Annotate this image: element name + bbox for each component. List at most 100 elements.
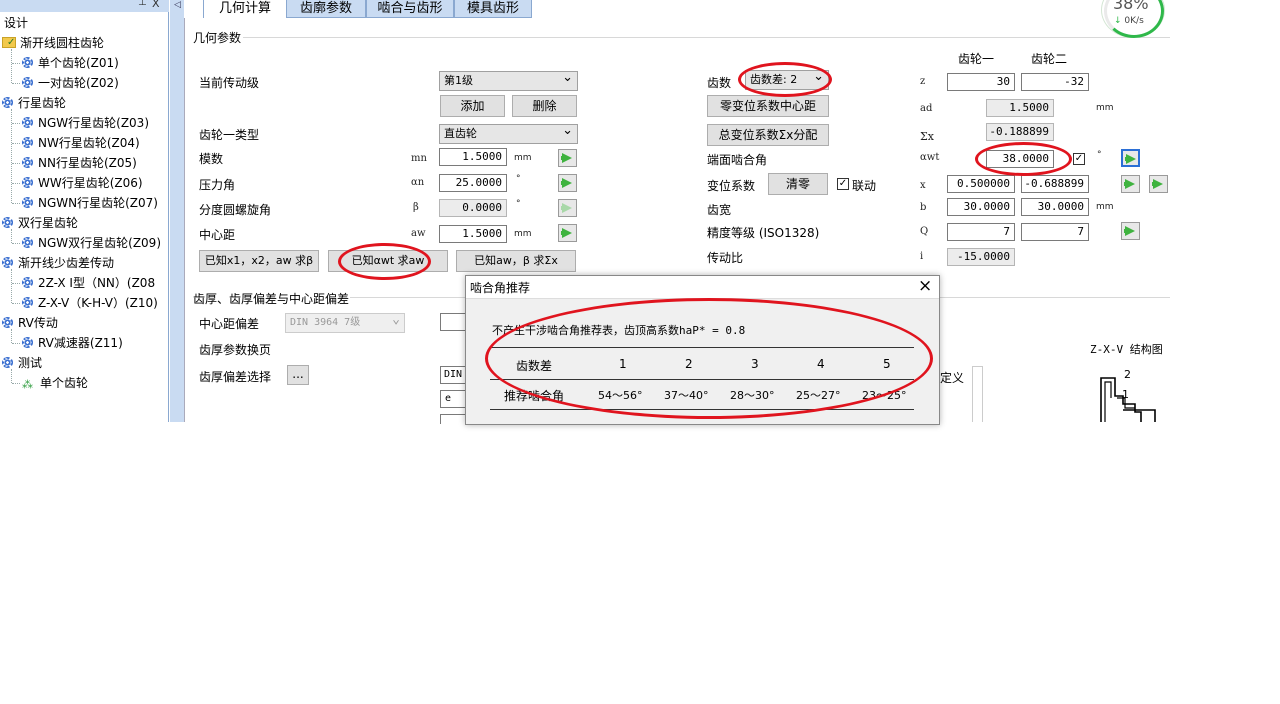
gear-icon (22, 277, 33, 288)
solve-aw-button[interactable]: 已知αwt 求aw (328, 250, 448, 272)
module-symbol: mn (411, 153, 427, 164)
tree-item-label: NGW行星齿轮(Z03) (38, 116, 149, 130)
close-icon[interactable]: X (152, 0, 160, 10)
gear-icon (22, 157, 33, 168)
pressure-angle-apply-icon[interactable] (558, 174, 577, 192)
tree-connector (12, 163, 20, 164)
awt-apply-icon[interactable] (1121, 149, 1140, 167)
tree-item[interactable]: NGWN行星齿轮(Z07) (22, 193, 158, 213)
helix-angle-symbol: β (413, 202, 419, 213)
x-symbol: x (920, 180, 926, 191)
table-top-rule (490, 347, 914, 348)
total-shift-distribute-button[interactable]: 总变位系数Σx分配 (707, 124, 829, 146)
tree-item[interactable]: WW行星齿轮(Z06) (22, 173, 143, 193)
tab-geometry[interactable]: 几何计算 (203, 0, 287, 18)
download-arrow-icon: ↓ (1114, 16, 1122, 26)
tree-item[interactable]: ⁂ 单个齿轮 (22, 373, 88, 393)
face-width-label: 齿宽 (707, 203, 732, 217)
tree-item-label: 测试 (18, 356, 43, 370)
gear-icon (22, 197, 33, 208)
x1-apply-icon[interactable] (1121, 175, 1140, 193)
tree-item[interactable]: RV减速器(Z11) (22, 333, 123, 353)
tree-group[interactable]: 渐开线圆柱齿轮 (2, 33, 104, 53)
x2-input[interactable]: -0.688899 (1021, 175, 1089, 193)
dialog-close-icon[interactable]: × (918, 276, 932, 296)
gear-icon (22, 77, 33, 88)
sum-x-symbol: Σx (920, 130, 934, 143)
b-symbol: b (920, 202, 927, 213)
tree-root[interactable]: 设计 (4, 13, 28, 33)
ad-symbol: ad (920, 103, 933, 114)
module-apply-icon[interactable] (558, 149, 577, 167)
solve-sum-x-button[interactable]: 已知aw，β 求Σx (456, 250, 576, 272)
b1-input[interactable]: 30.0000 (947, 198, 1015, 216)
thickness-group-title: 齿厚、齿厚偏差与中心距偏差 (193, 292, 350, 306)
tree-item-label: NGWN行星齿轮(Z07) (38, 196, 158, 210)
din-field[interactable]: DIN (440, 366, 468, 384)
stage-select[interactable]: 第1级 (439, 69, 578, 91)
q1-input[interactable]: 7 (947, 223, 1015, 241)
table-row-label: 推荐啮合角 (504, 389, 565, 403)
awt-unit: ° (1097, 150, 1102, 160)
delete-button[interactable]: 删除 (512, 95, 577, 117)
sum-x-value: -0.188899 (986, 123, 1054, 141)
pressure-angle-input[interactable]: 25.0000 (439, 174, 507, 192)
clear-button[interactable]: 清零 (768, 173, 828, 195)
center-distance-input[interactable]: 1.5000 (439, 225, 507, 243)
pin-icon[interactable]: ⊥ (138, 0, 147, 8)
partial-field (440, 414, 468, 424)
x1-input[interactable]: 0.500000 (947, 175, 1015, 193)
gear-type-select[interactable]: 直齿轮 (439, 122, 578, 144)
e-field[interactable]: e (440, 390, 468, 408)
tree-item[interactable]: NGW双行星齿轮(Z09) (22, 233, 161, 253)
q-apply-icon[interactable] (1121, 222, 1140, 240)
add-button[interactable]: 添加 (440, 95, 505, 117)
tree-group[interactable]: 双行星齿轮 (2, 213, 78, 233)
x2-apply-icon[interactable] (1149, 175, 1168, 193)
q-symbol: Q (920, 226, 929, 237)
side-scrollbar[interactable] (972, 366, 983, 422)
q2-input[interactable]: 7 (1021, 223, 1089, 241)
tree-connector (12, 183, 20, 184)
tree-item[interactable]: 2Z-X Ⅰ型（NN）(Z08 (22, 273, 155, 293)
tree-item-label: 单个齿轮(Z01) (38, 56, 119, 70)
awt-input[interactable]: 38.0000 (986, 150, 1054, 168)
tree-connector (12, 203, 20, 204)
collapse-arrow-icon[interactable]: ◁ (174, 0, 181, 10)
tab-profile-params[interactable]: 齿廓参数 (286, 0, 366, 18)
tab-mesh-shape[interactable]: 啮合与齿形 (366, 0, 454, 18)
tree-item[interactable]: NW行星齿轮(Z04) (22, 133, 140, 153)
gear-icon (22, 297, 33, 308)
tree-group[interactable]: 测试 (2, 353, 42, 373)
tree-item-label: NGW双行星齿轮(Z09) (38, 236, 161, 250)
table-header-cell: 1 (619, 357, 627, 371)
center-distance-apply-icon[interactable] (558, 224, 577, 242)
awt-lock-checkbox[interactable]: ✓ (1073, 153, 1085, 165)
pressure-angle-symbol: αn (411, 177, 425, 188)
tree-item[interactable]: NGW行星齿轮(Z03) (22, 113, 149, 133)
tree-item[interactable]: Z-X-V（K-H-V）(Z10) (22, 293, 158, 313)
tree-item[interactable]: 一对齿轮(Z02) (22, 73, 119, 93)
table-value-cell: 28～30° (730, 389, 775, 402)
link-checkbox[interactable]: ✓ (837, 178, 849, 190)
tree-connector (12, 243, 20, 244)
collapse-strip[interactable] (170, 0, 184, 422)
tree-item-label: RV传动 (18, 316, 58, 330)
center-distance-label: 中心距 (199, 228, 236, 242)
thickness-dev-ellipsis-button[interactable]: ... (287, 365, 309, 385)
tree-group[interactable]: 渐开线少齿差传动 (2, 253, 114, 273)
z2-input[interactable]: -32 (1021, 73, 1089, 91)
module-input[interactable]: 1.5000 (439, 148, 507, 166)
teeth-diff-select[interactable]: 齿数差: 2 (745, 68, 829, 90)
z1-input[interactable]: 30 (947, 73, 1015, 91)
b2-input[interactable]: 30.0000 (1021, 198, 1089, 216)
i-symbol: i (920, 251, 924, 262)
zero-shift-center-button[interactable]: 零变位系数中心距 (707, 95, 829, 117)
tab-mold-shape[interactable]: 模具齿形 (454, 0, 532, 18)
tree-item[interactable]: NN行星齿轮(Z05) (22, 153, 137, 173)
tree-item-label: NN行星齿轮(Z05) (38, 156, 137, 170)
tree-connector (11, 49, 12, 83)
dialog-titlebar[interactable]: 啮合角推荐 × (466, 276, 939, 298)
tree-item[interactable]: 单个齿轮(Z01) (22, 53, 119, 73)
solve-beta-button[interactable]: 已知x1，x2，aw 求β (199, 250, 319, 272)
